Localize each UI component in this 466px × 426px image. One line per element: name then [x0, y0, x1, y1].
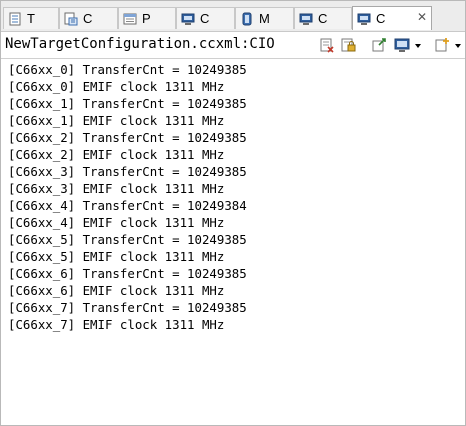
console-line: [C66xx_5] EMIF clock 1311 MHz	[8, 249, 225, 264]
console-line: [C66xx_2] TransferCnt = 10249385	[8, 130, 247, 145]
tab-label: C	[200, 11, 210, 26]
tab-console-2[interactable]: C	[294, 7, 352, 29]
scroll-lock-icon[interactable]	[340, 37, 356, 53]
console-monitor-icon	[181, 13, 195, 25]
console-line: [C66xx_3] EMIF clock 1311 MHz	[8, 181, 225, 196]
memory-icon	[242, 12, 252, 25]
clear-console-icon[interactable]	[319, 37, 335, 53]
close-icon[interactable]: ✕	[417, 10, 427, 24]
task-list-icon	[9, 12, 21, 25]
tab-label: M	[259, 11, 270, 26]
console-line: [C66xx_1] EMIF clock 1311 MHz	[8, 113, 225, 128]
console-header: NewTargetConfiguration.ccxml:CIO	[1, 32, 465, 59]
console-line: [C66xx_6] EMIF clock 1311 MHz	[8, 283, 225, 298]
console-line: [C66xx_0] EMIF clock 1311 MHz	[8, 79, 225, 94]
console-line: [C66xx_2] EMIF clock 1311 MHz	[8, 147, 225, 162]
console-line: [C66xx_7] TransferCnt = 10249385	[8, 300, 247, 315]
tab-cpu-file[interactable]: C	[59, 7, 118, 29]
console-line: [C66xx_5] TransferCnt = 10249385	[8, 232, 247, 247]
console-line: [C66xx_6] TransferCnt = 10249385	[8, 266, 247, 281]
console-monitor-icon	[357, 13, 371, 25]
tab-label: C	[83, 11, 93, 26]
tab-properties[interactable]: P	[118, 7, 176, 29]
pin-console-icon[interactable]	[371, 37, 387, 53]
console-view: T C P C M C C ✕ NewTargetConfiguration.c…	[0, 0, 466, 426]
console-line: [C66xx_3] TransferCnt = 10249385	[8, 164, 247, 179]
console-line: [C66xx_1] TransferCnt = 10249385	[8, 96, 247, 111]
console-line: [C66xx_4] EMIF clock 1311 MHz	[8, 215, 225, 230]
console-title: NewTargetConfiguration.ccxml:CIO	[5, 36, 275, 52]
dropdown-arrow-icon[interactable]	[414, 37, 422, 53]
tab-console-1[interactable]: C	[176, 7, 235, 29]
tab-label: C	[376, 11, 386, 26]
console-line: [C66xx_4] TransferCnt = 10249384	[8, 198, 247, 213]
tab-label: P	[142, 11, 151, 26]
tab-memory[interactable]: M	[235, 7, 294, 29]
open-console-icon[interactable]	[434, 37, 450, 53]
tab-label: C	[318, 11, 328, 26]
tab-label: T	[27, 11, 35, 26]
tab-console-active[interactable]: C ✕	[352, 6, 432, 30]
view-tab-bar: T C P C M C C ✕	[1, 1, 465, 32]
console-line: [C66xx_7] EMIF clock 1311 MHz	[8, 317, 225, 332]
dropdown-arrow-icon[interactable]	[454, 37, 462, 53]
console-monitor-icon	[299, 13, 313, 25]
properties-icon	[123, 13, 137, 24]
console-line: [C66xx_0] TransferCnt = 10249385	[8, 62, 247, 77]
console-output[interactable]: [C66xx_0] TransferCnt = 10249385 [C66xx_…	[1, 59, 465, 425]
cpu-file-icon	[64, 12, 78, 25]
tab-tasks[interactable]: T	[3, 7, 59, 29]
display-console-icon[interactable]	[394, 37, 410, 53]
